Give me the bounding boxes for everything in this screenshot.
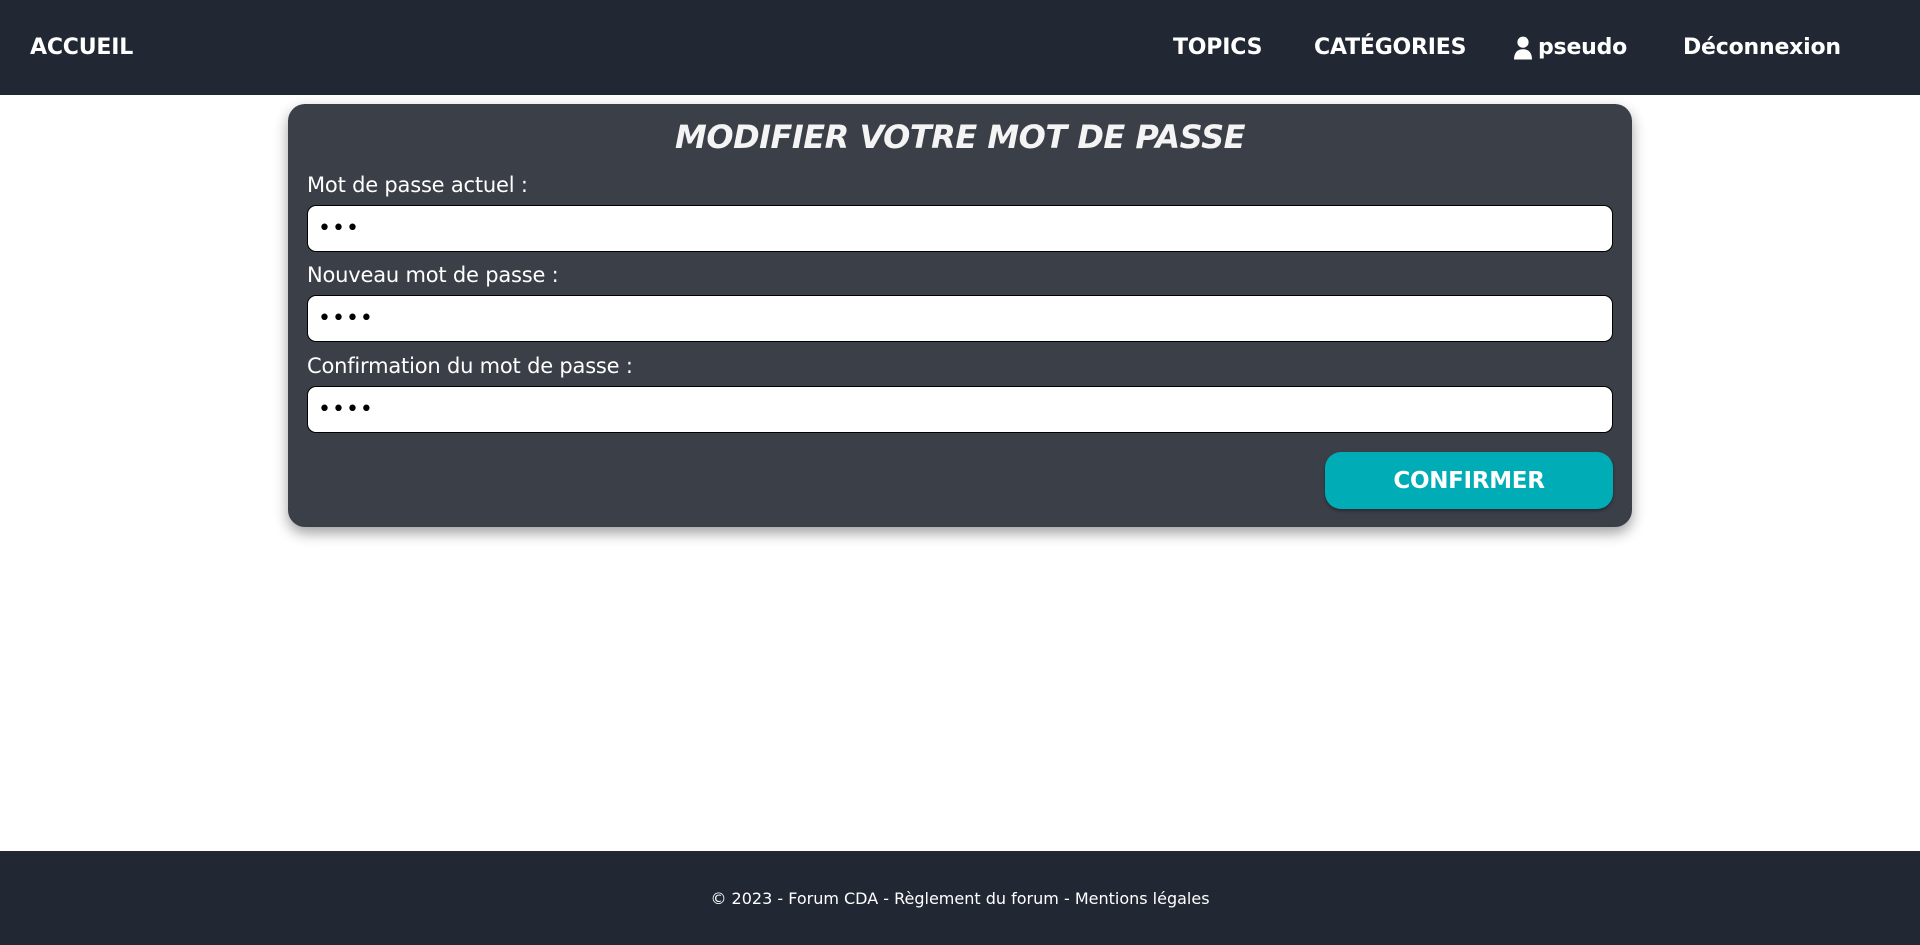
page: ACCUEIL TOPICS CATÉGORIES pseudo Déconne… [0,0,1920,945]
footer-copyright: © 2023 - Forum CDA - [710,888,890,908]
footer-separator: - [1063,888,1070,908]
confirm-button[interactable]: CONFIRMER [1325,452,1613,509]
user-icon [1513,36,1533,60]
nav-logout-link[interactable]: Déconnexion [1683,0,1841,95]
footer: © 2023 - Forum CDA - Règlement du forum … [0,851,1920,945]
confirm-password-label: Confirmation du mot de passe : [307,354,633,378]
confirm-password-input[interactable] [307,386,1613,433]
page-title: MODIFIER VOTRE MOT DE PASSE [675,118,1245,156]
top-navbar: ACCUEIL TOPICS CATÉGORIES pseudo Déconne… [0,0,1920,95]
nav-user-profile-link[interactable]: pseudo [1513,0,1627,95]
current-password-label: Mot de passe actuel : [307,173,528,197]
new-password-input[interactable] [307,295,1613,342]
new-password-label: Nouveau mot de passe : [307,263,559,287]
change-password-card: MODIFIER VOTRE MOT DE PASSE Mot de passe… [288,104,1632,527]
nav-topics-link[interactable]: TOPICS [1173,0,1262,95]
nav-categories-link[interactable]: CATÉGORIES [1314,0,1466,95]
nav-user-label: pseudo [1538,35,1628,60]
footer-legal-link[interactable]: Mentions légales [1075,889,1210,908]
current-password-input[interactable] [307,205,1613,252]
nav-home-link[interactable]: ACCUEIL [30,0,133,95]
footer-rules-link[interactable]: Règlement du forum [894,889,1059,908]
